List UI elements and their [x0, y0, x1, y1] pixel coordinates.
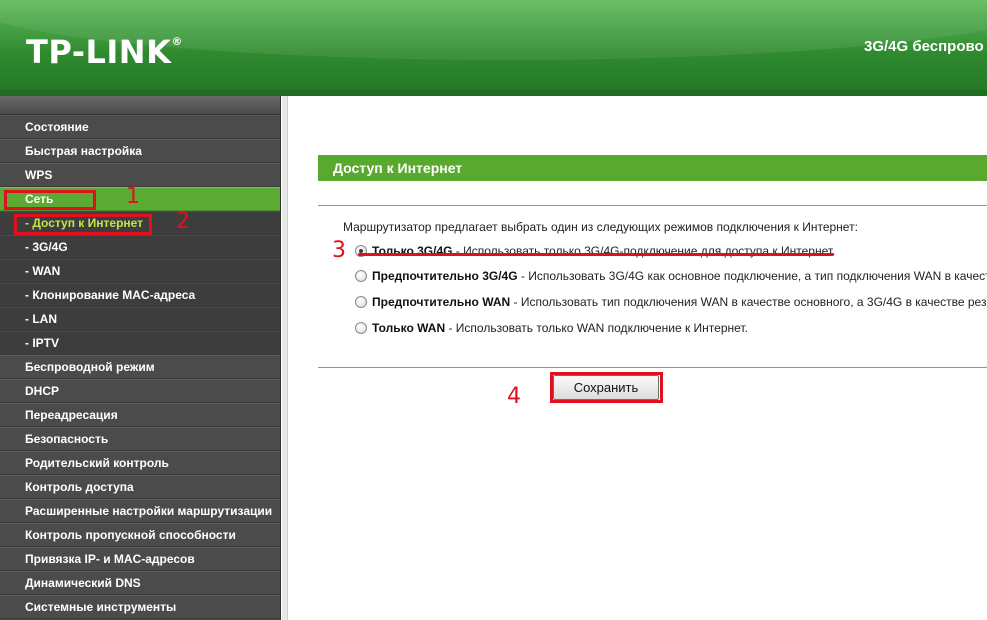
- sidebar-item-forwarding[interactable]: Переадресация: [0, 403, 280, 427]
- sidebar-item-status[interactable]: Состояние: [0, 115, 280, 139]
- annotation-number-2: 2: [176, 209, 190, 234]
- option-desc: - Использовать 3G/4G как основное подклю…: [517, 269, 987, 283]
- sidebar-subitem-3g4g[interactable]: - 3G/4G: [0, 235, 280, 259]
- option-name: Предпочтительно 3G/4G: [372, 269, 518, 283]
- sidebar-item-security[interactable]: Безопасность: [0, 427, 280, 451]
- annotation-number-3: 3: [332, 238, 346, 263]
- sidebar-item-wps[interactable]: WPS: [0, 163, 280, 187]
- header-banner: TP-LINK® 3G/4G беспрово: [0, 0, 987, 90]
- divider-bottom: [318, 367, 987, 368]
- divider-top: [318, 205, 987, 206]
- sidebar-item-parental-control[interactable]: Родительский контроль: [0, 451, 280, 475]
- frame-gutter: [282, 96, 288, 620]
- sidebar-item-ip-mac-binding[interactable]: Привязка IP- и MAC-адресов: [0, 547, 280, 571]
- option-3g4g-preferred[interactable]: Предпочтительно 3G/4G - Использовать 3G/…: [355, 268, 987, 284]
- section-title: Доступ к Интернет: [318, 155, 987, 181]
- annotation-box-network: [4, 190, 96, 210]
- radio-3g4g-preferred[interactable]: [355, 270, 367, 282]
- sidebar-subitem-iptv[interactable]: - IPTV: [0, 331, 280, 355]
- annotation-box-internet-access: [14, 214, 152, 235]
- option-name: Предпочтительно WAN: [372, 295, 511, 309]
- option-desc: - Использовать только WAN подключение к …: [445, 321, 748, 335]
- annotation-box-save: [550, 372, 663, 403]
- sidebar-item-dynamic-dns[interactable]: Динамический DNS: [0, 571, 280, 595]
- tp-link-logo: TP-LINK®: [26, 33, 183, 71]
- model-name: 3G/4G беспрово: [864, 38, 984, 55]
- annotation-underline: [358, 253, 834, 256]
- annotation-number-1: 1: [126, 184, 140, 209]
- option-wan-preferred[interactable]: Предпочтительно WAN - Использовать тип п…: [355, 294, 986, 310]
- sidebar-subitem-wan[interactable]: - WAN: [0, 259, 280, 283]
- sidebar-subitem-lan[interactable]: - LAN: [0, 307, 280, 331]
- sidebar-item-system-tools[interactable]: Системные инструменты: [0, 595, 280, 619]
- router-admin-page: TP-LINK® 3G/4G беспрово Состояние Быстра…: [0, 0, 987, 620]
- sidebar-item-bandwidth-control[interactable]: Контроль пропускной способности: [0, 523, 280, 547]
- intro-text: Маршрутизатор предлагает выбрать один из…: [343, 220, 858, 234]
- logo-text: TP-LINK: [26, 33, 172, 71]
- radio-wan-preferred[interactable]: [355, 296, 367, 308]
- sidebar-item-quick-setup[interactable]: Быстрая настройка: [0, 139, 280, 163]
- annotation-number-4: 4: [507, 384, 521, 409]
- registered-mark: ®: [171, 35, 183, 48]
- option-3g4g-only[interactable]: Только 3G/4G - Использовать только 3G/4G…: [355, 243, 835, 259]
- sidebar-item-access-control[interactable]: Контроль доступа: [0, 475, 280, 499]
- sidebar-item-dhcp[interactable]: DHCP: [0, 379, 280, 403]
- sidebar-item-wireless[interactable]: Беспроводной режим: [0, 355, 280, 379]
- sidebar-top-gap: [0, 96, 280, 115]
- radio-wan-only[interactable]: [355, 322, 367, 334]
- sidebar-subitem-mac-clone[interactable]: - Клонирование MAC-адреса: [0, 283, 280, 307]
- main-content: Доступ к Интернет Маршрутизатор предлага…: [289, 96, 987, 620]
- option-desc: - Использовать тип подключения WAN в кач…: [510, 295, 987, 309]
- option-wan-only[interactable]: Только WAN - Использовать только WAN под…: [355, 320, 748, 336]
- option-name: Только WAN: [372, 321, 446, 335]
- sidebar-menu: Состояние Быстрая настройка WPS Сеть - Д…: [0, 96, 281, 620]
- sidebar-item-advanced-routing[interactable]: Расширенные настройки маршрутизации: [0, 499, 280, 523]
